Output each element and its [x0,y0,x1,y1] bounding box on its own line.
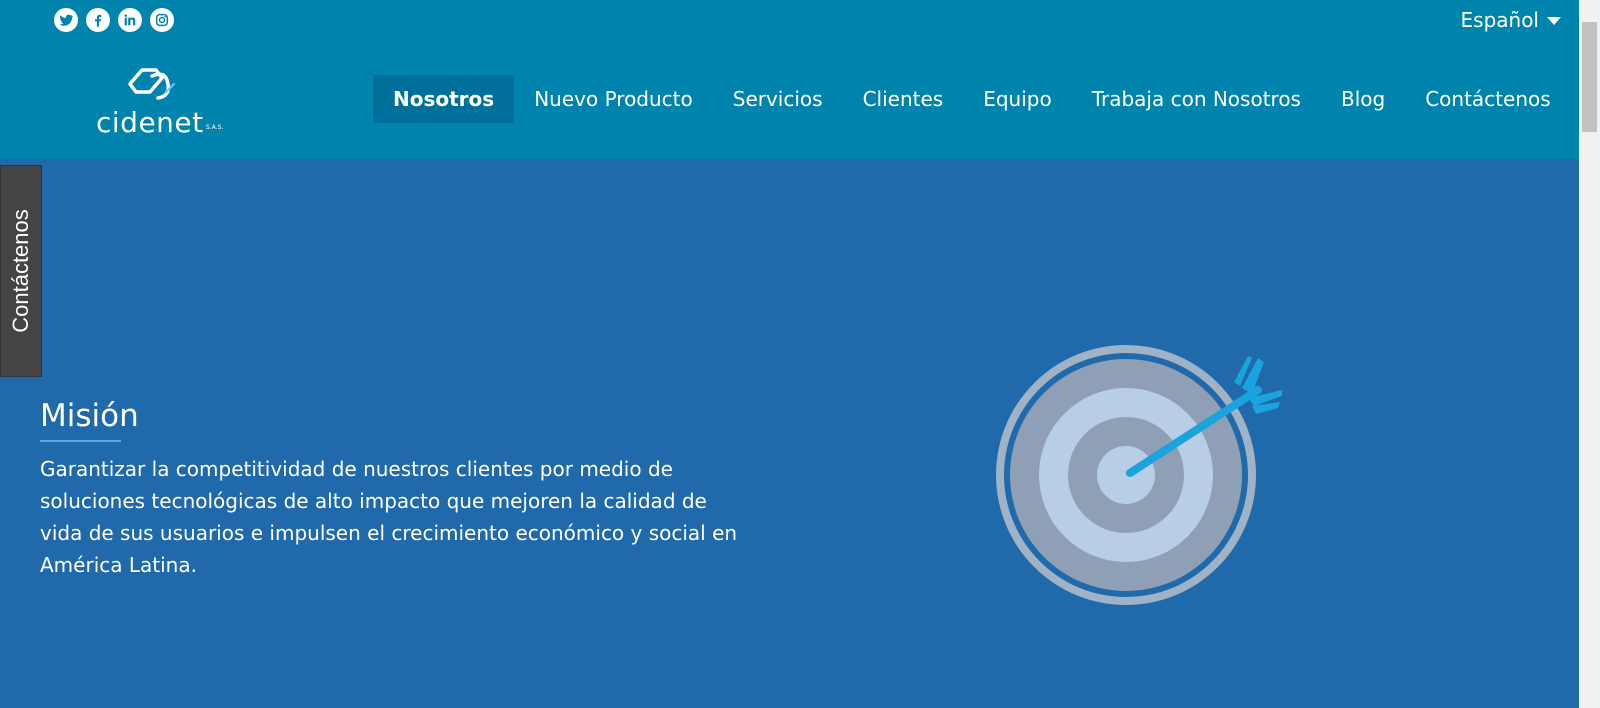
scrollbar-thumb[interactable] [1582,22,1597,132]
logo-text: cidenet [96,106,204,139]
language-label: Español [1460,8,1539,32]
instagram-icon[interactable] [150,8,174,32]
cidenet-logo-mark [128,68,175,100]
nav-item-nuevo-producto[interactable]: Nuevo Producto [514,75,713,123]
mision-title: Misión [40,398,139,434]
site-logo[interactable]: cidenet S.A.S. [96,66,228,139]
page-scrollbar[interactable] [1579,0,1600,708]
side-contact-label: Contáctenos [8,209,33,333]
nav-item-equipo[interactable]: Equipo [963,75,1072,123]
nav-item-nosotros[interactable]: Nosotros [373,75,515,123]
mision-text: Garantizar la competitividad de nuestros… [40,457,738,577]
caret-down-icon [1547,17,1561,25]
linkedin-icon[interactable] [118,8,142,32]
nav-item-blog[interactable]: Blog [1321,75,1405,123]
target-arrow-illustration [996,345,1282,605]
main-nav: Nosotros Nuevo Producto Servicios Client… [373,75,1571,123]
side-contact-tab[interactable]: Contáctenos [0,165,42,377]
site-header: Español cidenet S.A.S. Nosotros Nuevo Pr… [0,0,1579,159]
facebook-icon[interactable] [86,8,110,32]
nav-item-servicios[interactable]: Servicios [713,75,843,123]
language-selector[interactable]: Español [1461,8,1561,32]
nav-item-trabaja-con-nosotros[interactable]: Trabaja con Nosotros [1072,75,1321,123]
nav-item-clientes[interactable]: Clientes [843,75,964,123]
nav-item-contactenos[interactable]: Contáctenos [1405,75,1570,123]
twitter-icon[interactable] [54,8,78,32]
social-links [54,8,174,32]
logo-suffix: S.A.S. [206,124,224,131]
title-underline [40,440,121,442]
